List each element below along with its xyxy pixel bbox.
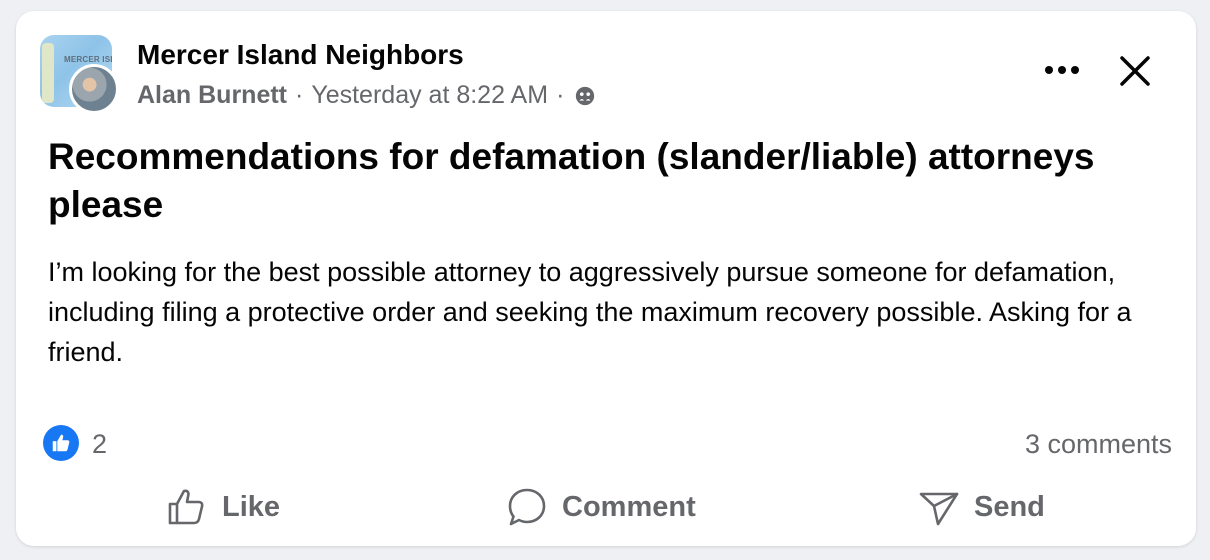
group-avatar-map-label: MERCER ISLA <box>64 55 112 64</box>
meta-separator: · <box>295 81 304 109</box>
like-reaction-icon[interactable] <box>43 425 79 461</box>
group-name-link[interactable]: Mercer Island Neighbors <box>137 39 464 71</box>
author-avatar[interactable] <box>69 64 119 114</box>
post-meta: Alan Burnett · Yesterday at 8:22 AM · <box>137 81 596 110</box>
author-name-link[interactable]: Alan Burnett <box>137 81 287 110</box>
comment-bubble-icon <box>508 488 546 526</box>
close-icon <box>1120 56 1150 86</box>
post-timestamp-link[interactable]: Yesterday at 8:22 AM <box>311 81 548 110</box>
send-button-label: Send <box>974 490 1045 523</box>
post-card: MERCER ISLA Mercer Island Neighbors Alan… <box>16 11 1196 546</box>
map-land-shape <box>42 43 54 103</box>
comments-count-link[interactable]: 3 comments <box>1025 429 1172 460</box>
like-button-label: Like <box>222 490 281 523</box>
thumbs-up-icon <box>52 434 70 452</box>
group-audience-icon[interactable] <box>574 85 596 107</box>
more-dots-icon <box>1045 66 1079 74</box>
send-icon <box>919 492 959 526</box>
comment-button-label: Comment <box>562 490 696 523</box>
more-options-button[interactable] <box>1040 53 1084 87</box>
like-button[interactable]: Like <box>166 481 280 533</box>
like-count[interactable]: 2 <box>92 429 107 460</box>
thumbs-up-outline-icon <box>168 489 204 525</box>
post-body: I’m looking for the best possible attorn… <box>48 257 1132 367</box>
meta-separator-2: · <box>556 81 565 109</box>
post-title: Recommendations for defamation (slander/… <box>48 136 1095 225</box>
close-button[interactable] <box>1113 49 1157 93</box>
comment-button[interactable]: Comment <box>506 481 696 533</box>
send-button[interactable]: Send <box>918 481 1045 533</box>
